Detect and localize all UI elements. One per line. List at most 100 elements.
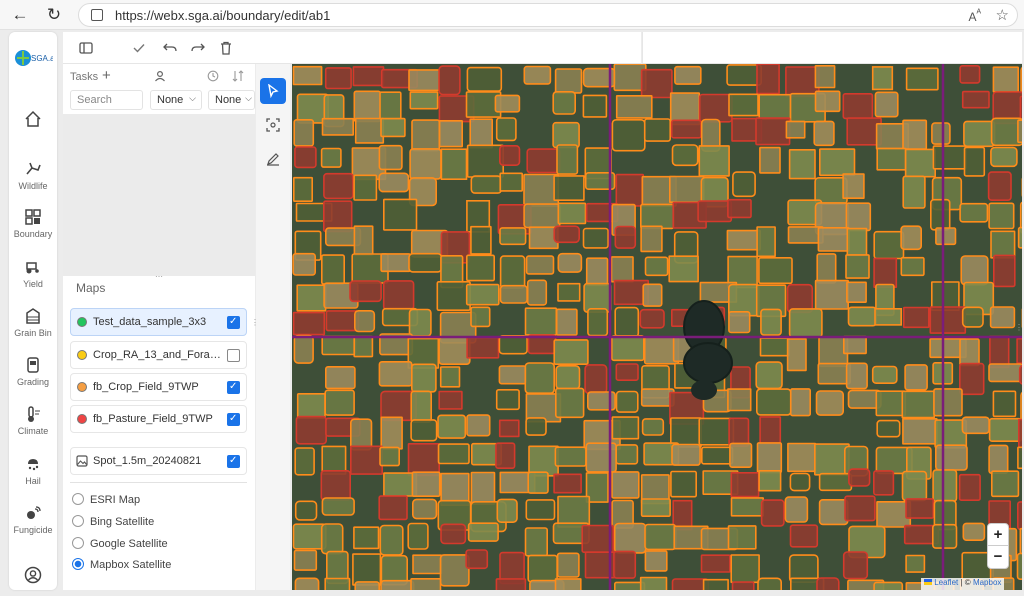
layer-color-dot (77, 382, 87, 392)
sga-logo-icon: SGA.ai (15, 50, 53, 66)
filter-2-value: None (215, 94, 242, 106)
delete-trash-icon[interactable] (218, 40, 234, 56)
sidebar-item-hail[interactable]: Hail (9, 455, 57, 486)
layer-item[interactable]: Test_data_sample_3x3 (70, 308, 247, 336)
task-filter-select-1[interactable]: None ⌵ (150, 90, 202, 110)
sort-icon[interactable] (232, 70, 244, 82)
add-task-icon[interactable]: + (102, 67, 111, 84)
sidebar-item-label: Grading (16, 377, 50, 387)
user-account-button[interactable] (9, 566, 57, 584)
layer-name: Crop_RA_13_and_Forage_... (93, 349, 225, 361)
tractor-icon (26, 262, 39, 274)
cursor-arrow-icon (268, 84, 279, 98)
browser-toolbar: ← ↻ https://webx.sga.ai/boundary/edit/ab… (0, 0, 1024, 30)
layer-color-dot (77, 414, 87, 424)
sidebar-item-label: Climate (17, 426, 49, 436)
map-resize-handle-icon[interactable]: ⋮ (1015, 323, 1023, 332)
radio-button[interactable] (72, 515, 84, 527)
zoom-in-button[interactable]: + (988, 524, 1008, 546)
layer-item[interactable]: Crop_RA_13_and_Forage_... (70, 341, 247, 369)
basemap-option-esri[interactable]: ESRI Map (72, 493, 140, 509)
task-filter-select-2[interactable]: None ⌵ (208, 90, 255, 110)
radio-button[interactable] (72, 537, 84, 549)
sidebar-item-climate[interactable]: Climate (9, 405, 57, 436)
layer-name: Spot_1.5m_20240821 (93, 455, 202, 467)
edit-toolbar (63, 32, 641, 64)
image-icon (76, 455, 88, 467)
sidebar-item-home[interactable] (9, 110, 57, 128)
sidebar-item-label: Yield (23, 279, 43, 289)
url-text: https://webx.sga.ai/boundary/edit/ab1 (115, 8, 331, 23)
back-arrow-icon[interactable]: ← (10, 5, 30, 25)
sidebar-item-wildlife[interactable]: Wildlife (9, 160, 57, 191)
pencil-icon (267, 153, 279, 166)
mapbox-link[interactable]: Mapbox (973, 578, 1001, 587)
raster-layer-item[interactable]: Spot_1.5m_20240821 (70, 447, 247, 475)
layer-visibility-checkbox[interactable] (227, 413, 240, 426)
sidebar-item-label: Wildlife (18, 181, 48, 191)
basemap-option-google[interactable]: Google Satellite (72, 537, 168, 553)
grid-icon (25, 209, 41, 225)
confirm-check-icon[interactable] (131, 40, 147, 56)
zoom-out-button[interactable]: − (988, 546, 1008, 568)
reload-icon[interactable]: ↻ (44, 5, 64, 25)
layer-color-dot (77, 317, 87, 327)
draw-tool-button[interactable] (260, 146, 286, 172)
layer-visibility-checkbox[interactable] (227, 349, 240, 362)
hail-icon (28, 459, 39, 471)
basemap-label: Bing Satellite (90, 516, 155, 528)
redo-icon[interactable] (190, 40, 206, 56)
sidebar-item-label: Hail (25, 476, 41, 486)
address-bar[interactable]: https://webx.sga.ai/boundary/edit/ab1 Aᴬ… (78, 3, 1018, 27)
layer-visibility-checkbox[interactable] (227, 381, 240, 394)
user-filter-icon[interactable] (154, 70, 166, 82)
basemap-option-mapbox[interactable]: Mapbox Satellite (72, 558, 171, 574)
radio-button[interactable] (72, 493, 84, 505)
layer-visibility-checkbox[interactable] (227, 316, 240, 329)
panel-resize-handle-icon[interactable]: ⋯ (155, 272, 163, 281)
layer-visibility-checkbox[interactable] (227, 455, 240, 468)
history-clock-icon[interactable] (207, 70, 219, 82)
layer-name: Test_data_sample_3x3 (93, 316, 207, 328)
divider (70, 482, 247, 483)
left-nav-rail: SGA.ai Wildlife Boundary Yield Grain Bin… (9, 32, 57, 590)
tasks-title: Tasks (70, 71, 99, 83)
basemap-label: Google Satellite (90, 538, 168, 550)
sidebar-item-fungicide[interactable]: Fungicide (9, 504, 57, 535)
basemap-label: ESRI Map (90, 494, 141, 506)
sidebar-item-grading[interactable]: Grading (9, 356, 57, 387)
chevron-down-icon: ⌵ (189, 93, 196, 103)
sidebar-item-boundary[interactable]: Boundary (9, 208, 57, 239)
favorite-star-icon[interactable]: ☆ (996, 6, 1009, 24)
sidebar-item-label: Grain Bin (14, 328, 52, 338)
sidebar-item-yield[interactable]: Yield (9, 258, 57, 289)
deer-icon (26, 162, 41, 175)
layer-color-dot (77, 350, 87, 360)
map-tool-column (256, 64, 290, 590)
map-canvas[interactable] (292, 64, 1022, 590)
basemap-option-bing[interactable]: Bing Satellite (72, 515, 154, 531)
satellite-field-map (292, 64, 1022, 590)
layer-item[interactable]: fb_Crop_Field_9TWP (70, 373, 247, 401)
user-avatar-icon (24, 566, 42, 584)
home-icon (25, 110, 41, 127)
focus-frame-icon (266, 118, 280, 132)
radio-button-selected[interactable] (72, 558, 84, 570)
read-aloud-icon[interactable]: Aᴬ (968, 8, 981, 24)
search-placeholder: Search (77, 94, 112, 106)
toggle-panel-icon[interactable] (78, 40, 94, 56)
task-search-input[interactable]: Search (70, 90, 143, 110)
zoom-control: + − (987, 523, 1009, 569)
thermometer-icon (28, 406, 40, 422)
layer-name: fb_Pasture_Field_9TWP (93, 413, 213, 425)
sidebar-item-grain-bin[interactable]: Grain Bin (9, 307, 57, 338)
select-tool-button[interactable] (260, 78, 286, 104)
map-attribution: Leaflet | © Mapbox (921, 578, 1005, 590)
undo-icon[interactable] (162, 40, 178, 56)
layer-item[interactable]: fb_Pasture_Field_9TWP (70, 405, 247, 433)
leaflet-link[interactable]: Leaflet (934, 578, 958, 587)
logo[interactable]: SGA.ai (9, 46, 57, 70)
box-select-tool-button[interactable] (260, 112, 286, 138)
sidebar-item-label: Boundary (13, 229, 53, 239)
tasks-header: Tasks + Search None ⌵ None ⌵ (63, 64, 255, 114)
